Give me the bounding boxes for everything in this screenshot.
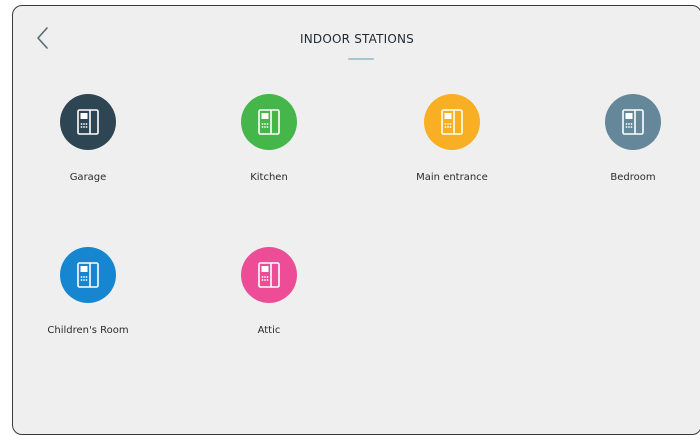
intercom-station-icon — [77, 109, 99, 135]
intercom-station-icon — [441, 109, 463, 135]
station-tile-attic[interactable]: Attic — [209, 247, 329, 357]
station-label: Garage — [69, 172, 107, 183]
title-underline — [348, 58, 374, 60]
station-tile-kitchen[interactable]: Kitchen — [209, 94, 329, 204]
station-tile-main-entrance[interactable]: Main entrance — [392, 94, 512, 204]
intercom-station-icon — [258, 262, 280, 288]
page-title: INDOOR STATIONS — [300, 32, 414, 46]
intercom-station-icon — [622, 109, 644, 135]
station-label: Kitchen — [250, 172, 288, 183]
station-label: Attic — [257, 325, 281, 336]
indoor-stations-screen: INDOOR STATIONS Garage Kitchen Main entr… — [12, 5, 700, 435]
station-icon-circle — [241, 94, 297, 150]
station-label: Bedroom — [610, 172, 656, 183]
station-icon-circle — [241, 247, 297, 303]
station-icon-circle — [605, 94, 661, 150]
station-icon-circle — [424, 94, 480, 150]
station-tile-bedroom[interactable]: Bedroom — [573, 94, 693, 204]
station-tile-garage[interactable]: Garage — [28, 94, 148, 204]
station-label: Children's Room — [47, 325, 129, 336]
station-icon-circle — [60, 94, 116, 150]
intercom-station-icon — [77, 262, 99, 288]
station-icon-circle — [60, 247, 116, 303]
intercom-station-icon — [258, 109, 280, 135]
station-tile-childrens-room[interactable]: Children's Room — [28, 247, 148, 357]
station-label: Main entrance — [416, 172, 488, 183]
